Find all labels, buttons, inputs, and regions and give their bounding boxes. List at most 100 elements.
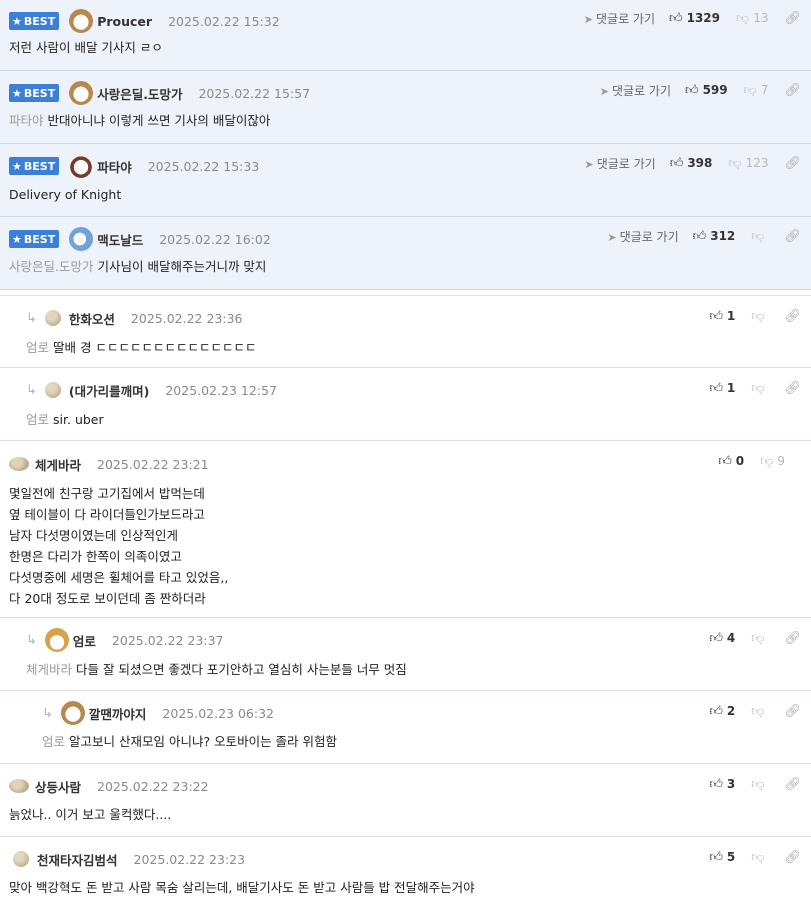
comment-header: ★ BEST 파타야 2025.02.22 15:33 <box>9 154 259 178</box>
goto-comment-link[interactable]: ➤ 댓글로 가기 <box>584 155 655 172</box>
thumbs-down-icon: 👎︎ <box>751 308 765 324</box>
best-comment: ★ BEST 파타야 2025.02.22 15:33 ➤ 댓글로 가기 👍︎ 398… <box>0 144 811 217</box>
link-icon[interactable]: 🔗︎ <box>784 704 801 719</box>
avatar[interactable] <box>9 779 29 793</box>
mention[interactable]: 사랑은딜.도망가 <box>9 259 93 274</box>
nickname[interactable]: 깔땐까야지 <box>89 704 147 723</box>
mention[interactable]: 엄로 <box>42 734 65 749</box>
comment-list: ★ BEST Proucer 2025.02.22 15:32 ➤ 댓글로 가기 👍… <box>0 0 811 909</box>
like-button[interactable]: 👍︎ 599 <box>685 83 728 98</box>
dislike-button[interactable]: 👎︎ <box>751 381 768 396</box>
thumbs-up-icon: 👍︎ <box>709 380 723 396</box>
link-icon[interactable]: 🔗︎ <box>784 309 801 324</box>
comment-body: Delivery of Knight <box>9 187 122 202</box>
avatar[interactable] <box>9 457 29 471</box>
like-button[interactable]: 👍︎ 398 <box>670 156 713 171</box>
comment-header: ↳ (대가리를깨며) 2025.02.23 12:57 <box>26 379 277 401</box>
comment-date: 2025.02.22 23:21 <box>97 456 209 472</box>
avatar[interactable] <box>69 154 94 178</box>
link-icon[interactable]: 🔗︎ <box>784 850 801 865</box>
thumbs-down-icon: 👎︎ <box>751 849 765 865</box>
avatar[interactable] <box>13 851 29 867</box>
link-icon[interactable]: 🔗︎ <box>784 156 801 171</box>
avatar[interactable] <box>60 701 85 725</box>
comment: 천재타자김범석 2025.02.22 23:23 👍︎ 5 👎︎ 🔗︎ 맞아 백강… <box>0 837 811 909</box>
link-icon[interactable]: 🔗︎ <box>784 631 801 646</box>
avatar[interactable] <box>69 81 94 105</box>
link-icon[interactable]: 🔗︎ <box>784 83 801 98</box>
reply-arrow-icon: ↳ <box>26 382 37 398</box>
link-icon[interactable]: 🔗︎ <box>784 777 801 792</box>
like-button[interactable]: 👍︎ 0 <box>718 454 744 469</box>
comment-actions: ➤ 댓글로 가기 👍︎ 398 👎︎ 123 🔗︎ <box>584 153 801 173</box>
comment-header: ↳ 한화오션 2025.02.22 23:36 <box>26 307 243 329</box>
mention[interactable]: 파타야 <box>9 113 44 128</box>
nickname[interactable]: 맥도날드 <box>97 230 143 249</box>
thumbs-down-icon: 👎︎ <box>728 155 742 171</box>
avatar[interactable] <box>44 310 61 326</box>
like-button[interactable]: 👍︎ 2 <box>709 704 735 719</box>
like-button[interactable]: 👍︎ 1 <box>709 309 735 324</box>
thumbs-up-icon: 👍︎ <box>709 703 723 719</box>
dislike-button[interactable]: 👎︎ <box>751 309 768 324</box>
avatar[interactable] <box>44 382 61 398</box>
thumbs-up-icon: 👍︎ <box>684 82 699 98</box>
nickname[interactable]: Proucer <box>97 14 152 29</box>
comment-date: 2025.02.23 06:32 <box>162 705 274 721</box>
mention[interactable]: 엄로 <box>26 340 49 355</box>
nickname[interactable]: 사랑은딜.도망가 <box>97 84 182 103</box>
dislike-button[interactable]: 👎︎ 13 <box>736 11 768 26</box>
link-icon[interactable]: 🔗︎ <box>784 11 801 26</box>
comment-body: 엄로 딸배 경 ㄷㄷㄷㄷㄷㄷㄷㄷㄷㄷㄷㄷㄷㄷ <box>26 340 257 355</box>
dislike-button[interactable]: 👎︎ 9 <box>760 454 785 469</box>
goto-comment-link[interactable]: ➤ 댓글로 가기 <box>600 82 671 99</box>
thumbs-up-icon: 👍︎ <box>692 228 707 244</box>
mention[interactable]: 엄로 <box>26 412 49 427</box>
avatar[interactable] <box>69 227 94 251</box>
nickname[interactable]: 엄로 <box>73 631 96 650</box>
link-icon[interactable]: 🔗︎ <box>784 229 801 244</box>
thumbs-up-icon: 👍︎ <box>669 155 684 171</box>
comment-body: 저런 사람이 배달 기사지 ㄹㅇ <box>9 40 163 55</box>
reply-comment: ↳ (대가리를깨며) 2025.02.23 12:57 👍︎ 1 👎︎ 🔗︎ 엄로… <box>0 368 811 441</box>
thumbs-up-icon: 👍︎ <box>709 308 723 324</box>
reply-arrow-icon: ↳ <box>26 310 37 326</box>
avatar[interactable] <box>69 9 94 33</box>
dislike-button[interactable]: 👎︎ <box>751 229 768 244</box>
nickname[interactable]: (대가리를깨며) <box>69 381 149 400</box>
comment-date: 2025.02.22 23:23 <box>133 851 246 867</box>
like-button[interactable]: 👍︎ 1329 <box>669 11 720 26</box>
best-comment: ★ BEST Proucer 2025.02.22 15:32 ➤ 댓글로 가기 👍… <box>0 0 811 71</box>
like-button[interactable]: 👍︎ 3 <box>709 777 735 792</box>
nickname[interactable]: 한화오션 <box>69 309 115 328</box>
nickname[interactable]: 체게바라 <box>35 455 81 474</box>
reply-comment: ↳ 한화오션 2025.02.22 23:36 👍︎ 1 👎︎ 🔗︎ 엄로 딸배 경… <box>0 296 811 368</box>
like-button[interactable]: 👍︎ 312 <box>693 229 736 244</box>
thumbs-down-icon: 👎︎ <box>743 82 757 98</box>
reply-comment: ↳ 엄로 2025.02.22 23:37 👍︎ 4 👎︎ 🔗︎ 체게바라 다들 잘… <box>0 618 811 691</box>
link-icon[interactable]: 🔗︎ <box>784 381 801 396</box>
dislike-button[interactable]: 👎︎ 7 <box>744 83 769 98</box>
goto-comment-link[interactable]: ➤ 댓글로 가기 <box>607 228 678 245</box>
comment-actions: ➤ 댓글로 가기 👍︎ 1329 👎︎ 13 🔗︎ <box>584 8 801 28</box>
dislike-button[interactable]: 👎︎ <box>751 631 768 646</box>
mention[interactable]: 체게바라 <box>26 662 72 677</box>
like-button[interactable]: 👍︎ 4 <box>709 631 735 646</box>
goto-comment-link[interactable]: ➤ 댓글로 가기 <box>584 10 655 27</box>
dislike-button[interactable]: 👎︎ <box>751 777 768 792</box>
comment-body: 늙었나.. 이거 보고 울컥했다.... <box>9 807 172 822</box>
comment-date: 2025.02.22 15:57 <box>198 85 311 101</box>
nickname[interactable]: 파타야 <box>97 157 132 176</box>
best-badge: ★ BEST <box>9 12 60 30</box>
avatar[interactable] <box>44 628 69 652</box>
comment-actions: 👍︎ 4 👎︎ 🔗︎ <box>709 628 801 648</box>
comment-date: 2025.02.22 23:37 <box>111 632 224 648</box>
like-button[interactable]: 👍︎ 1 <box>709 381 735 396</box>
dislike-button[interactable]: 👎︎ <box>751 850 768 865</box>
nickname[interactable]: 천재타자김범석 <box>37 850 118 869</box>
nickname[interactable]: 상등사람 <box>35 777 81 796</box>
dislike-button[interactable]: 👎︎ 123 <box>728 156 768 171</box>
like-button[interactable]: 👍︎ 5 <box>709 850 735 865</box>
dislike-button[interactable]: 👎︎ <box>751 704 768 719</box>
star-icon: ★ <box>12 232 22 246</box>
